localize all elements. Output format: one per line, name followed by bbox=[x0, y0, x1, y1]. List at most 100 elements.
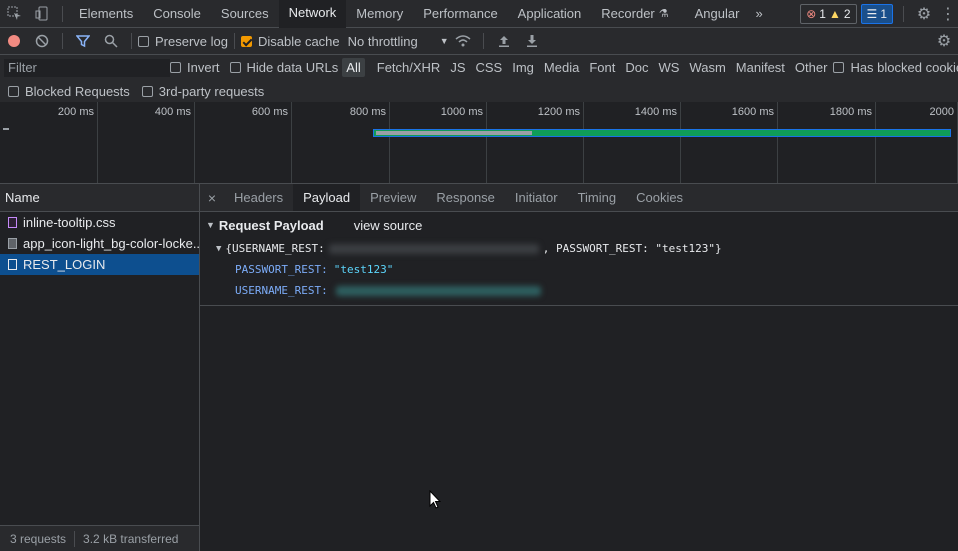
divider bbox=[233, 33, 235, 49]
invert-checkbox[interactable]: Invert bbox=[170, 60, 220, 75]
payload-object-summary[interactable]: ▼ {USERNAME_REST: , PASSWORT_REST: "test… bbox=[206, 238, 958, 259]
request-count: 3 requests bbox=[10, 531, 67, 546]
tab-network[interactable]: Network bbox=[278, 0, 347, 28]
tab-sources[interactable]: Sources bbox=[211, 0, 279, 27]
css-file-icon bbox=[8, 217, 17, 228]
network-conditions-icon[interactable] bbox=[449, 28, 477, 54]
checkbox-box bbox=[138, 35, 149, 47]
tab-preview[interactable]: Preview bbox=[360, 184, 426, 211]
timeline-gridline: 1800 ms bbox=[830, 102, 876, 183]
inspect-element-icon[interactable] bbox=[0, 0, 28, 27]
tab-response[interactable]: Response bbox=[426, 184, 505, 211]
tab-headers[interactable]: Headers bbox=[224, 184, 293, 211]
timeline-tick-label: 1600 ms bbox=[731, 106, 774, 118]
filter-type-manifest[interactable]: Manifest bbox=[732, 58, 789, 77]
checkbox-box bbox=[170, 62, 181, 73]
filter-type-wasm[interactable]: Wasm bbox=[685, 58, 729, 77]
record-icon[interactable] bbox=[0, 28, 28, 54]
payload-summary-open: {USERNAME_REST: bbox=[225, 242, 325, 255]
divider bbox=[74, 530, 76, 547]
tab-initiator[interactable]: Initiator bbox=[505, 184, 568, 211]
filter-type-other[interactable]: Other bbox=[791, 58, 832, 77]
tab-recorder-label: Recorder bbox=[601, 6, 655, 21]
timeline-tick-label: 200 ms bbox=[57, 106, 94, 118]
third-party-requests-checkbox[interactable]: 3rd-party requests bbox=[141, 84, 264, 99]
filter-type-media[interactable]: Media bbox=[540, 58, 583, 77]
error-count: 1 bbox=[819, 6, 826, 21]
hide-data-urls-checkbox[interactable]: Hide data URLs bbox=[229, 60, 338, 75]
filter-input[interactable] bbox=[4, 58, 170, 77]
flask-icon: ⚗ bbox=[658, 8, 669, 20]
request-row[interactable]: app_icon-light_bg-color-locke... bbox=[0, 233, 199, 254]
kebab-menu-icon[interactable]: ⋮ bbox=[938, 0, 958, 27]
issues-badge[interactable]: ⊗ 1 ▲ 2 bbox=[800, 3, 857, 24]
request-name: REST_LOGIN bbox=[23, 257, 106, 272]
name-column-header[interactable]: Name bbox=[0, 184, 199, 212]
tab-elements[interactable]: Elements bbox=[69, 0, 143, 27]
filter-type-all[interactable]: All bbox=[342, 58, 365, 77]
error-icon: ⊗ bbox=[806, 6, 817, 21]
request-row[interactable]: inline-tooltip.css bbox=[0, 212, 199, 233]
filter-type-font[interactable]: Font bbox=[585, 58, 619, 77]
divider bbox=[131, 33, 132, 49]
filter-type-css[interactable]: CSS bbox=[472, 58, 507, 77]
disable-cache-checkbox[interactable]: Disable cache bbox=[240, 34, 340, 49]
import-har-icon[interactable] bbox=[490, 28, 518, 54]
request-payload-header[interactable]: ▼ Request Payload view source bbox=[206, 212, 958, 238]
throttling-select[interactable]: No throttling ▼ bbox=[348, 34, 449, 49]
redacted-value bbox=[335, 285, 541, 296]
more-tabs-icon[interactable]: » bbox=[749, 0, 768, 27]
timeline-tick-label: 800 ms bbox=[349, 106, 386, 118]
preserve-log-checkbox[interactable]: Preserve log bbox=[138, 34, 228, 49]
filter-type-doc[interactable]: Doc bbox=[621, 58, 652, 77]
timeline-gridline: 1600 ms bbox=[732, 102, 778, 183]
network-overview-timeline[interactable]: 200 ms 400 ms 600 ms 800 ms 1000 ms 1200… bbox=[0, 102, 958, 184]
filter-icon[interactable] bbox=[69, 28, 97, 54]
search-icon[interactable] bbox=[97, 28, 125, 54]
blocked-requests-label: Blocked Requests bbox=[25, 83, 130, 99]
filter-type-ws[interactable]: WS bbox=[654, 58, 683, 77]
tab-application[interactable]: Application bbox=[508, 0, 592, 27]
timeline-tick-label: 1800 ms bbox=[829, 106, 872, 118]
network-settings-gear-icon[interactable]: ⚙ bbox=[930, 28, 958, 54]
redacted-value bbox=[328, 243, 539, 254]
export-har-icon[interactable] bbox=[518, 28, 546, 54]
settings-gear-icon[interactable]: ⚙ bbox=[910, 0, 938, 27]
tab-cookies[interactable]: Cookies bbox=[626, 184, 693, 211]
timeline-tick-label: 2000 bbox=[929, 106, 954, 118]
tab-angular[interactable]: Angular bbox=[685, 0, 750, 27]
filter-type-js[interactable]: JS bbox=[446, 58, 469, 77]
filter-bar: Invert Hide data URLs All Fetch/XHR JS C… bbox=[0, 55, 958, 80]
details-tabbar: × Headers Payload Preview Response Initi… bbox=[200, 184, 958, 212]
timeline-gridline: 1200 ms bbox=[538, 102, 584, 183]
payload-property-username[interactable]: USERNAME_REST: bbox=[206, 280, 958, 301]
tab-payload[interactable]: Payload bbox=[293, 184, 361, 211]
tab-timing[interactable]: Timing bbox=[568, 184, 627, 211]
close-icon[interactable]: × bbox=[200, 190, 224, 206]
blocked-requests-checkbox[interactable]: Blocked Requests bbox=[8, 84, 130, 99]
device-toolbar-icon[interactable] bbox=[28, 0, 56, 27]
payload-property-password[interactable]: PASSWORT_REST: "test123" bbox=[206, 259, 958, 280]
timeline-gridline: 200 ms bbox=[58, 102, 98, 183]
triangle-down-icon: ▼ bbox=[216, 243, 222, 254]
has-blocked-cookies-checkbox[interactable]: Has blocked cookies bbox=[833, 60, 958, 75]
network-toolbar: Preserve log Disable cache No throttling… bbox=[0, 28, 958, 55]
filter-type-img[interactable]: Img bbox=[508, 58, 538, 77]
property-value: "test123" bbox=[333, 263, 394, 276]
clear-icon[interactable] bbox=[28, 28, 56, 54]
property-key: PASSWORT_REST: bbox=[235, 263, 328, 276]
tab-performance[interactable]: Performance bbox=[413, 0, 507, 27]
timeline-bar-request bbox=[373, 129, 951, 137]
request-payload-title: Request Payload bbox=[218, 217, 324, 233]
timeline-gridline: 1000 ms bbox=[441, 102, 487, 183]
has-blocked-cookies-label: Has blocked cookies bbox=[850, 60, 958, 75]
request-row-selected[interactable]: REST_LOGIN bbox=[0, 254, 199, 275]
tab-console[interactable]: Console bbox=[143, 0, 211, 27]
timeline-tick-label: 1000 ms bbox=[440, 106, 483, 118]
messages-badge[interactable]: ☰ 1 bbox=[860, 3, 893, 24]
view-source-link[interactable]: view source bbox=[354, 218, 423, 233]
filter-type-fetch-xhr[interactable]: Fetch/XHR bbox=[373, 58, 445, 77]
timeline-gridline: 1400 ms bbox=[635, 102, 681, 183]
tab-memory[interactable]: Memory bbox=[346, 0, 413, 27]
tab-recorder[interactable]: Recorder ⚗ bbox=[591, 0, 678, 27]
